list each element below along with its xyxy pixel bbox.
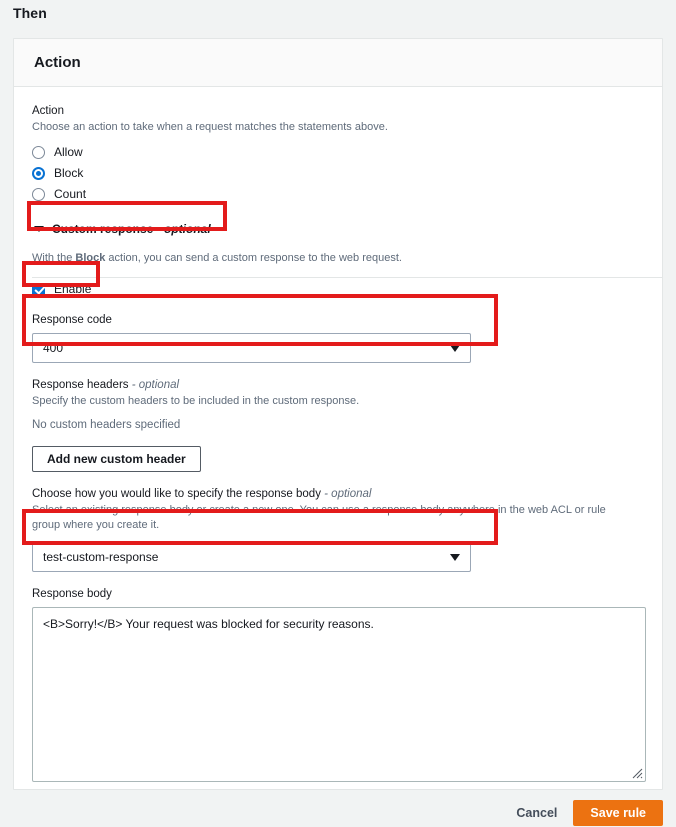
action-card: Action Action Choose an action to take w… — [13, 38, 663, 790]
response-headers-empty-state: No custom headers specified — [32, 419, 181, 431]
custom-response-divider — [32, 277, 662, 278]
response-body-choice-label-optional: - optional — [320, 488, 372, 500]
response-body-select[interactable]: test-custom-response — [32, 542, 471, 572]
footer-actions: Cancel Save rule — [0, 798, 676, 827]
response-headers-label: Response headers - optional — [32, 377, 644, 393]
custom-response-title-text: Custom response — [52, 222, 154, 236]
checkbox-checked-icon — [32, 282, 45, 296]
custom-response-description-strong: Block — [75, 252, 106, 264]
radio-option-block[interactable]: Block — [32, 163, 644, 183]
response-headers-description: Specify the custom headers to be include… — [32, 395, 360, 407]
resize-handle-icon[interactable] — [632, 768, 643, 779]
response-body-textarea-value: <B>Sorry!</B> Your request was blocked f… — [43, 617, 374, 631]
enable-custom-response-checkbox[interactable]: Enable — [32, 280, 644, 298]
custom-response-title-optional: - optional — [153, 222, 211, 236]
response-body-textarea[interactable]: <B>Sorry!</B> Your request was blocked f… — [32, 607, 646, 782]
page-title: Then — [13, 5, 47, 21]
add-new-custom-header-button[interactable]: Add new custom header — [32, 446, 201, 472]
response-code-label: Response code — [32, 314, 112, 326]
action-field-description: Choose an action to take when a request … — [32, 121, 388, 133]
card-header: Action — [14, 39, 662, 87]
action-radio-group: Allow Block Count — [32, 142, 644, 204]
radio-label-count: Count — [54, 187, 87, 201]
card-title: Action — [34, 54, 81, 71]
custom-response-description-prefix: With the — [32, 252, 76, 264]
card-body: Action Choose an action to take when a r… — [14, 87, 662, 782]
response-headers-label-text: Response headers — [32, 379, 129, 391]
response-headers-label-optional: - optional — [128, 379, 180, 391]
radio-option-count[interactable]: Count — [32, 184, 644, 204]
response-code-value: 400 — [43, 341, 64, 355]
response-body-choice-description: Select an existing response body or crea… — [32, 504, 606, 531]
action-field-label: Action — [32, 105, 64, 117]
radio-label-allow: Allow — [54, 145, 83, 159]
response-body-label: Response body — [32, 588, 112, 600]
radio-icon-allow — [32, 145, 45, 159]
cancel-button[interactable]: Cancel — [500, 806, 573, 820]
custom-response-toggle[interactable]: Custom response - optional — [32, 218, 644, 240]
chevron-down-icon — [34, 226, 44, 232]
response-body-select-value: test-custom-response — [43, 550, 159, 564]
radio-option-allow[interactable]: Allow — [32, 142, 644, 162]
chevron-down-icon — [450, 553, 460, 561]
chevron-down-icon — [450, 344, 460, 352]
response-body-choice-label-text: Choose how you would like to specify the… — [32, 488, 321, 500]
radio-icon-block — [32, 166, 45, 180]
custom-response-description-suffix: action, you can send a custom response t… — [105, 252, 402, 264]
radio-label-block: Block — [54, 166, 84, 180]
custom-response-title: Custom response - optional — [52, 222, 211, 236]
radio-icon-count — [32, 187, 45, 201]
response-body-choice-label: Choose how you would like to specify the… — [32, 486, 644, 502]
custom-response-description: With the Block action, you can send a cu… — [32, 251, 644, 266]
response-code-select[interactable]: 400 — [32, 333, 471, 363]
enable-checkbox-label: Enable — [54, 282, 92, 296]
save-rule-button[interactable]: Save rule — [573, 799, 663, 826]
